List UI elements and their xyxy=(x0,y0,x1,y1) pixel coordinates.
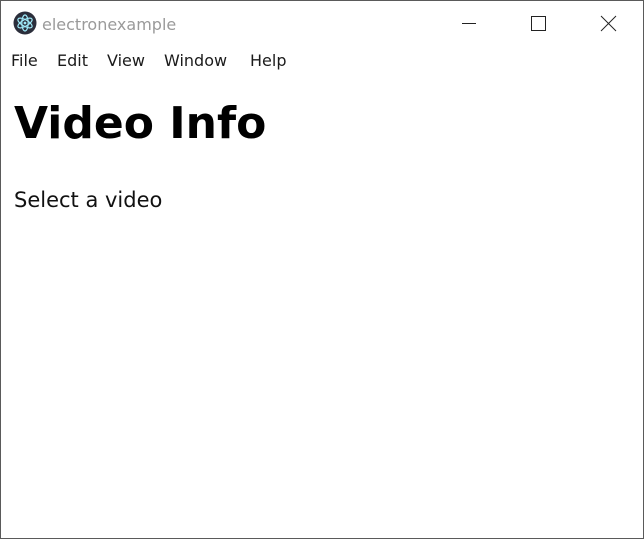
menu-bar: File Edit View Window Help xyxy=(1,45,643,77)
app-window: electronexample File Edit View Window He… xyxy=(0,0,644,539)
minimize-button[interactable] xyxy=(446,1,492,45)
menu-help[interactable]: Help xyxy=(250,51,286,71)
menu-view[interactable]: View xyxy=(107,51,145,71)
close-button[interactable] xyxy=(585,1,631,45)
maximize-button[interactable] xyxy=(515,1,561,45)
menu-edit[interactable]: Edit xyxy=(57,51,88,71)
page-content: Video Info Select a video xyxy=(1,77,643,538)
window-title: electronexample xyxy=(42,15,177,34)
menu-window[interactable]: Window xyxy=(164,51,227,71)
title-bar[interactable]: electronexample xyxy=(1,1,643,45)
page-title: Video Info xyxy=(14,98,267,149)
electron-atom-icon xyxy=(13,11,37,35)
select-video-prompt: Select a video xyxy=(14,188,163,212)
menu-file[interactable]: File xyxy=(11,51,38,71)
